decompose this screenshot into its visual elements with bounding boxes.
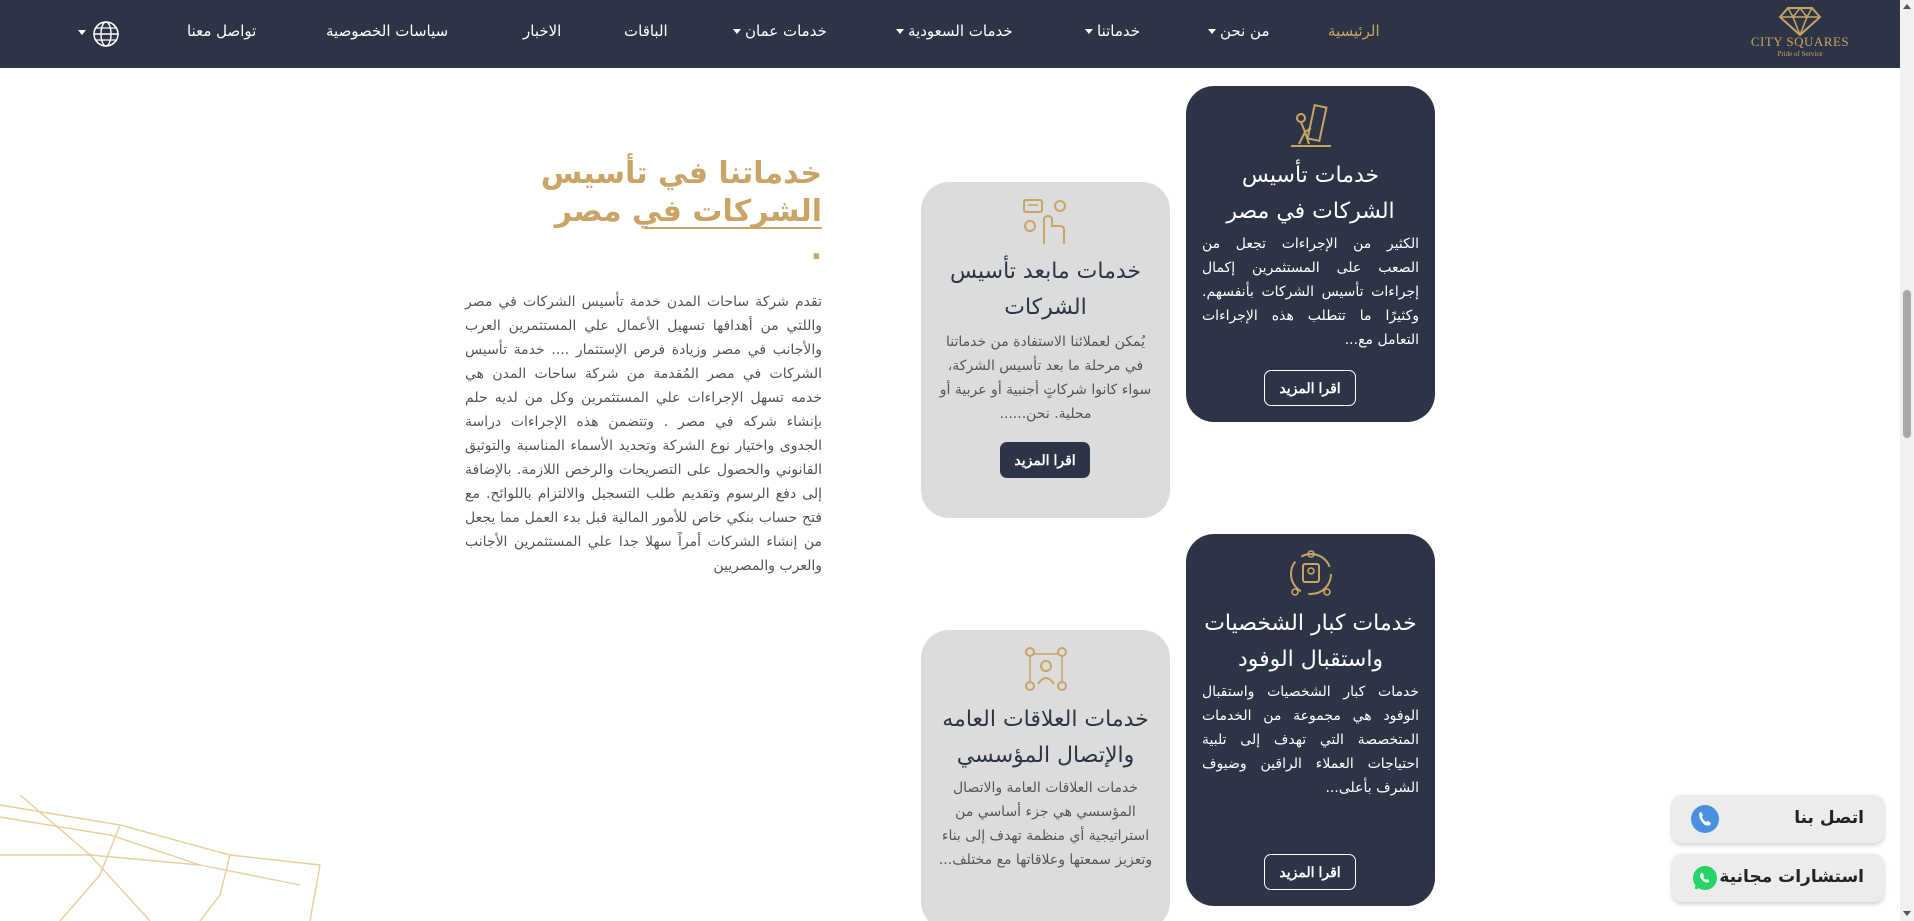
logo[interactable]: CITY SQUARES Pride of Service (1740, 4, 1860, 64)
section-title: خدماتنا في تأسيس الشركات في مصر . (540, 155, 822, 269)
card-title: خدمات العلاقات العامه والإتصال المؤسسي (942, 707, 1149, 768)
card-title: خدمات مابعد تأسيس الشركات (949, 259, 1142, 320)
phone-icon (1691, 805, 1719, 833)
nav-about-label: من نحن (1220, 22, 1270, 40)
card-title: خدمات تأسيس الشركات في مصر (1226, 163, 1395, 224)
nav-services-label: خدماتنا (1097, 22, 1141, 40)
card-desc: خدمات كبار الشخصيات واستقبال الوفود هي م… (1202, 684, 1419, 796)
network-people-icon (1024, 647, 1067, 691)
card-desc: الكثير من الإجراءات تجعل من الصعب على ال… (1202, 236, 1419, 348)
vip-exchange-icon (1289, 550, 1332, 596)
card-desc: يُمكن لعملائنا الاستفادة من خدماتنا في م… (939, 334, 1152, 422)
service-card-post-formation: خدمات مابعد تأسيس الشركات يُمكن لعملائنا… (921, 182, 1170, 518)
chevron-down-icon (1208, 29, 1216, 34)
logo-brand: CITY SQUARES (1750, 34, 1850, 49)
top-navbar: CITY SQUARES Pride of Service الرئيسية م… (0, 0, 1900, 68)
contact-us-label: اتصل بنا (1794, 808, 1864, 828)
section-title-line2: الشركات في مصر . (554, 194, 822, 267)
nav-services[interactable]: خدماتنا (1085, 22, 1140, 40)
contact-us-button[interactable]: اتصل بنا (1672, 795, 1884, 843)
nav-oman-services[interactable]: خدمات عمان (733, 22, 827, 40)
service-card-company-formation: خدمات تأسيس الشركات في مصر الكثير من الإ… (1186, 86, 1435, 422)
nav-oman-services-label: خدمات عمان (745, 22, 827, 40)
nav-privacy[interactable]: سياسات الخصوصية (326, 22, 448, 40)
chevron-down-icon (733, 29, 741, 34)
read-more-button[interactable]: اقرا المزيد (1264, 370, 1356, 406)
free-consultation-label: استشارات مجانية (1719, 867, 1864, 887)
title-underline (644, 227, 822, 229)
nav-saudi-services[interactable]: خدمات السعودية (896, 22, 1013, 40)
nav-about[interactable]: من نحن (1208, 22, 1270, 40)
vertical-scrollbar[interactable] (1900, 0, 1914, 921)
scrollbar-thumb[interactable] (1903, 290, 1911, 438)
card-title: خدمات كبار الشخصيات واستقبال الوفود (1204, 611, 1417, 672)
decorative-gold-lines (0, 795, 321, 921)
nav-saudi-services-label: خدمات السعودية (908, 22, 1013, 40)
scroll-down-icon[interactable] (1903, 911, 1911, 916)
nav-contact[interactable]: تواصل معنا (187, 22, 256, 40)
diamond-logo-icon (1778, 6, 1822, 36)
nav-packages[interactable]: الباقات (624, 22, 668, 40)
nav-news[interactable]: الاخبار (523, 22, 561, 40)
whatsapp-icon (1693, 866, 1717, 890)
scroll-up-icon[interactable] (1903, 4, 1911, 9)
globe-icon[interactable] (92, 20, 120, 48)
read-more-button[interactable]: اقرا المزيد (1264, 854, 1356, 890)
service-card-vip: خدمات كبار الشخصيات واستقبال الوفود خدما… (1186, 534, 1435, 906)
read-more-button[interactable]: اقرا المزيد (1000, 442, 1090, 478)
chevron-down-icon (1085, 29, 1093, 34)
service-card-public-relations: خدمات العلاقات العامه والإتصال المؤسسي خ… (921, 630, 1170, 921)
section-title-line1: خدماتنا في تأسيس (540, 156, 822, 191)
card-desc: خدمات العلاقات العامة والاتصال المؤسسي ه… (938, 780, 1153, 868)
worker-pushing-icon (1290, 103, 1331, 147)
section-body: تقدم شركة ساحات المدن خدمة تأسيس الشركات… (465, 294, 822, 574)
logo-tagline: Pride of Service (1777, 50, 1823, 58)
nav-home[interactable]: الرئيسية (1328, 22, 1380, 40)
language-chevron-icon[interactable] (78, 30, 86, 35)
free-consultation-button[interactable]: استشارات مجانية (1672, 854, 1884, 902)
touch-hand-icon (1022, 199, 1066, 244)
chevron-down-icon (896, 29, 904, 34)
